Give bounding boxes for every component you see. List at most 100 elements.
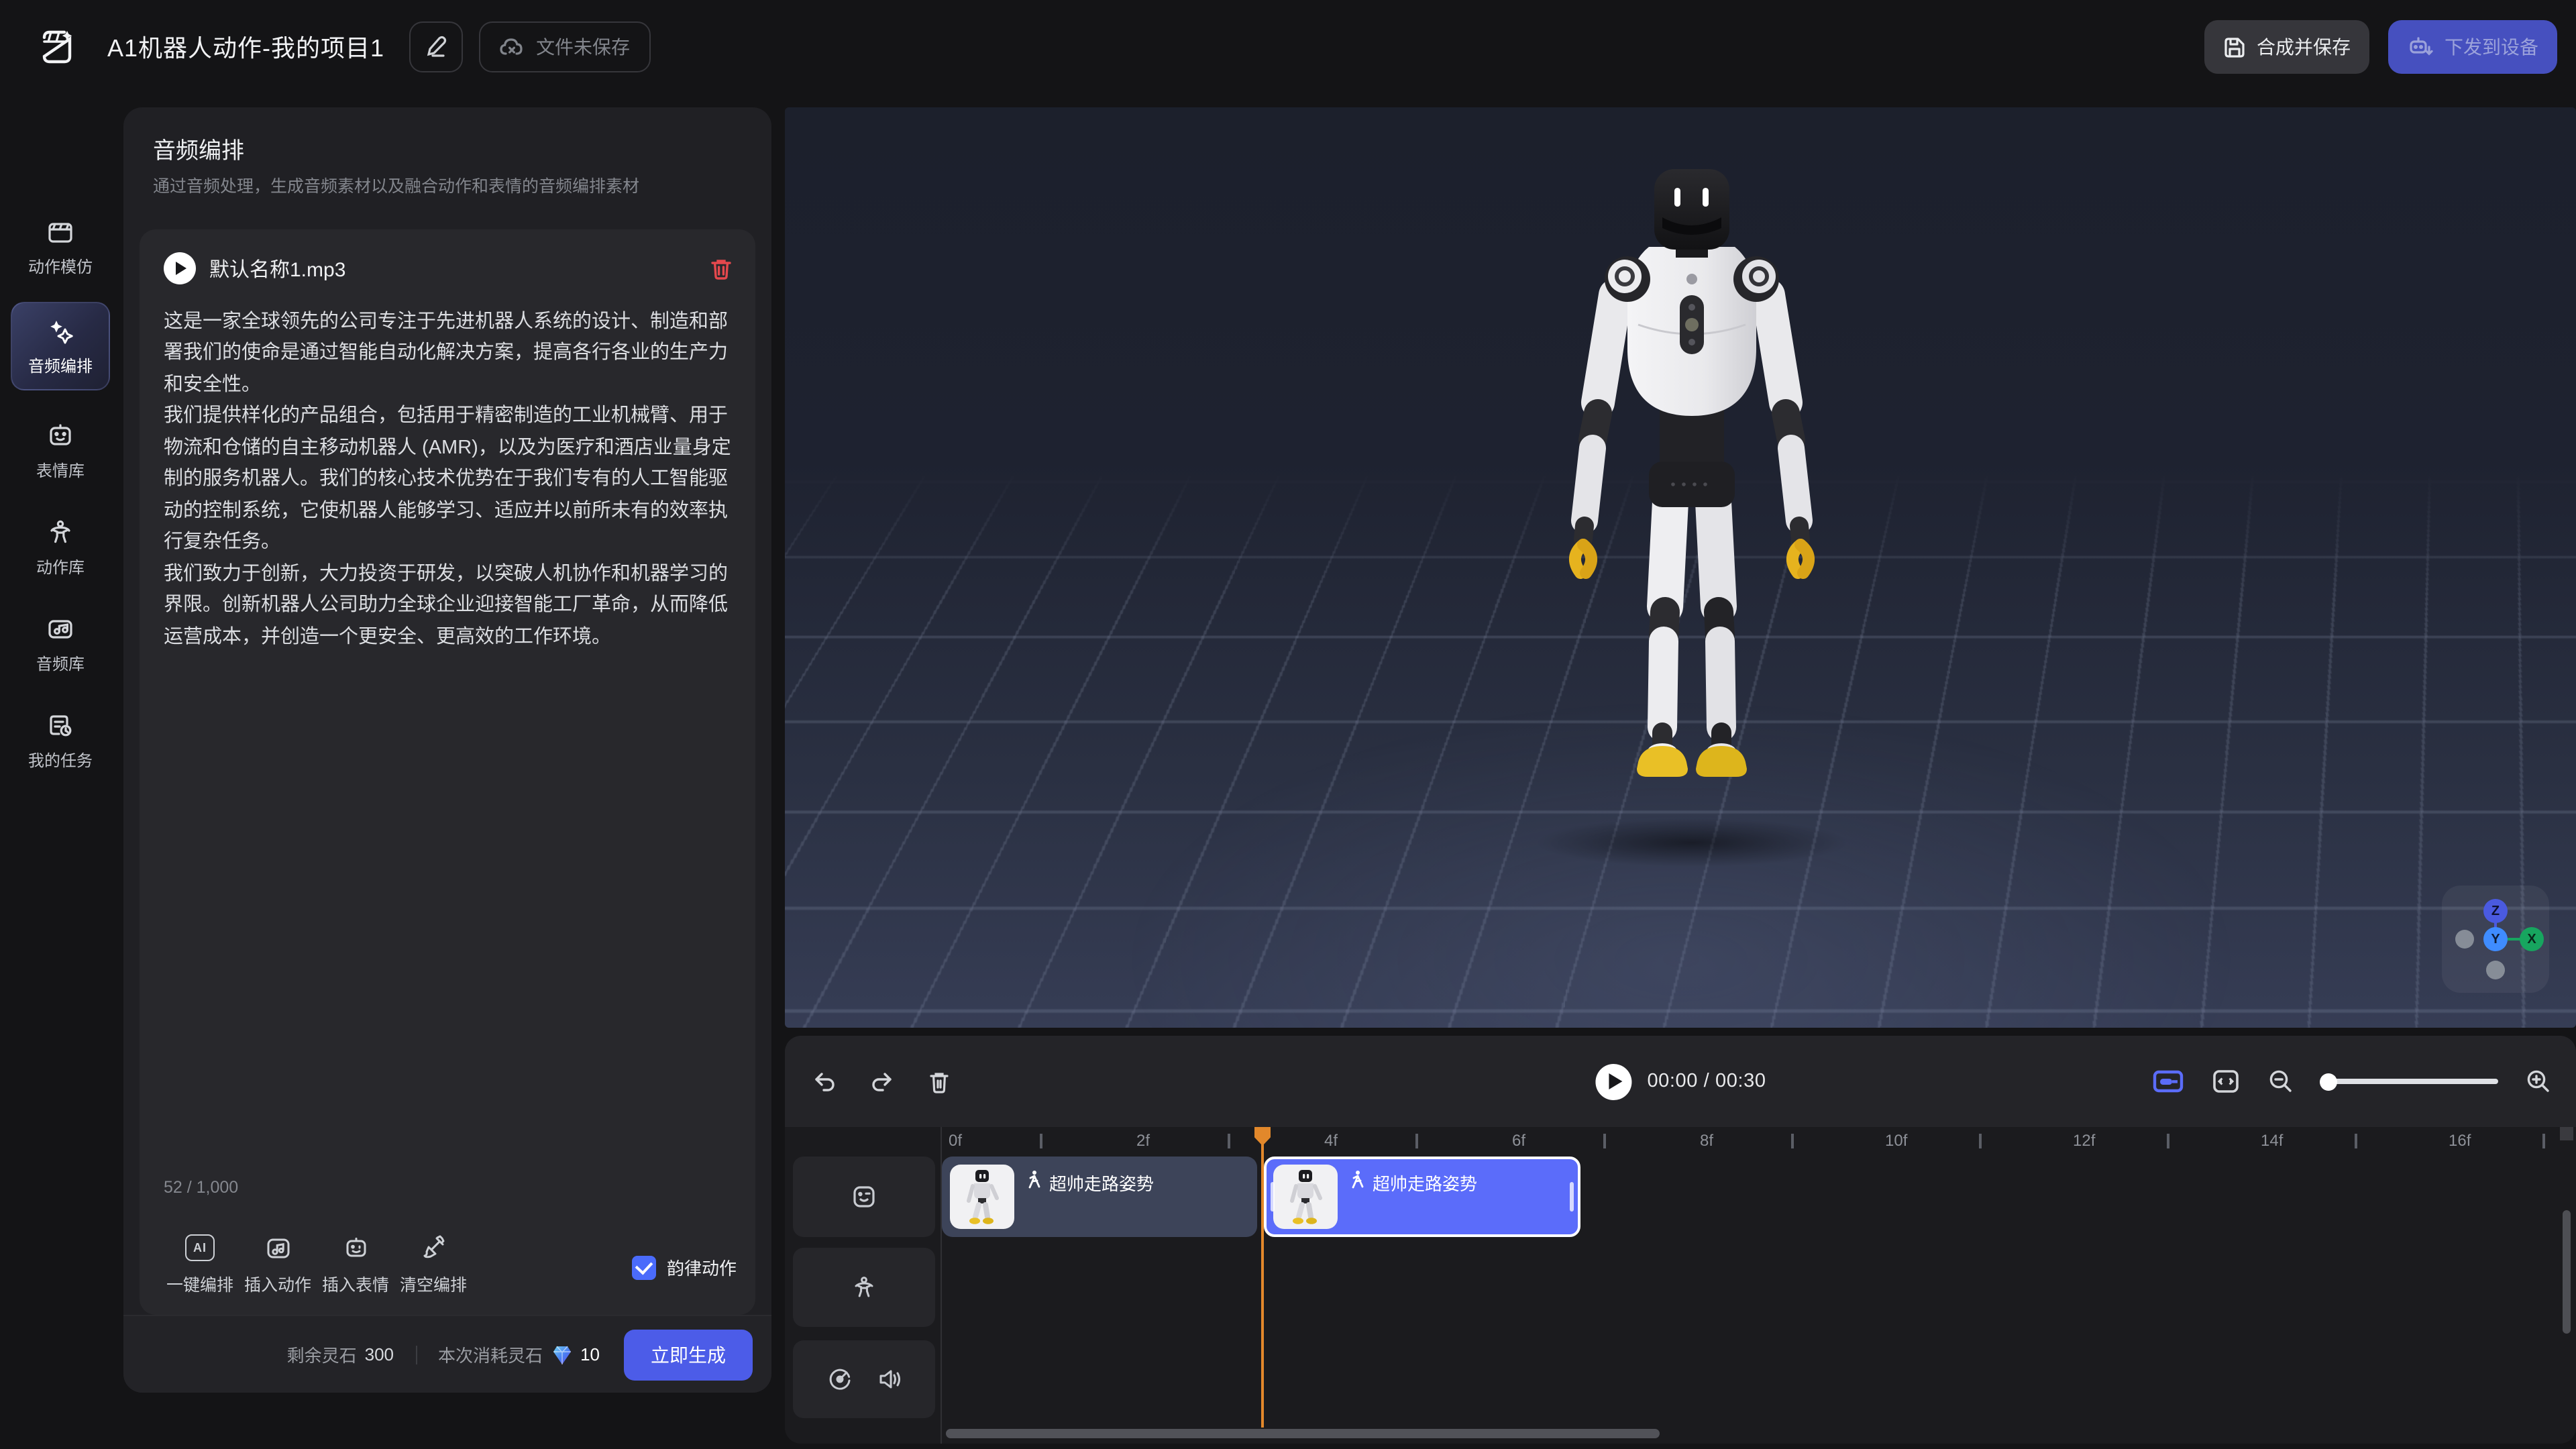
timeline-zoom-slider[interactable]	[2321, 1079, 2498, 1084]
playback-controls: 00:00 / 00:30	[785, 1036, 2576, 1127]
generate-now-button[interactable]: 立即生成	[624, 1329, 753, 1380]
music-square-icon	[264, 1234, 292, 1262]
audio-play-button[interactable]	[164, 252, 196, 284]
speech-paragraph: 我们提供样化的产品组合，包括用于精密制造的工业机械臂、用于物流和仓储的自主移动机…	[164, 402, 731, 559]
ai-icon: AI	[185, 1234, 215, 1261]
timeline-panel: 00:00 / 00:30	[785, 1036, 2576, 1444]
playhead-line[interactable]	[1261, 1144, 1264, 1428]
ruler-label: 8f	[1700, 1131, 1713, 1150]
clear-arrangement-button[interactable]: 清空编排	[394, 1233, 472, 1296]
snap-toggle-button[interactable]	[2152, 1068, 2184, 1095]
save-status: 文件未保存	[478, 21, 650, 72]
trash-icon	[708, 256, 734, 281]
nav-label: 动作库	[36, 555, 85, 578]
slider-thumb[interactable]	[2320, 1073, 2337, 1090]
zoom-out-button[interactable]	[2267, 1068, 2294, 1095]
rhythm-motion-toggle[interactable]: 韵律动作	[632, 1254, 737, 1296]
action-label: 插入动作	[244, 1271, 311, 1296]
vertical-scrollbar[interactable]	[2563, 1210, 2571, 1334]
pencil-icon	[423, 35, 447, 59]
axis-negative-x-dot[interactable]	[2455, 930, 2474, 949]
horizontal-scrollbar[interactable]	[946, 1429, 1660, 1438]
timeline-tracks[interactable]: 0f 2f 4f 6f 8f 10f 12f 14f 16f	[785, 1127, 2576, 1444]
insert-motion-button[interactable]: 插入动作	[239, 1233, 317, 1296]
ruler-label: 0f	[949, 1131, 962, 1150]
insert-expression-button[interactable]: 插入表情	[317, 1233, 394, 1296]
timeline-clip-selected[interactable]: 超帅走路姿势	[1264, 1157, 1580, 1237]
panel-subtitle: 通过音频处理，生成音频素材以及融合动作和表情的音频编排素材	[153, 172, 639, 197]
x-axis-dot[interactable]: X	[2520, 927, 2544, 951]
expression-track-header[interactable]	[793, 1157, 935, 1237]
audio-track-header[interactable]	[793, 1340, 935, 1418]
remaining-stones-value: 300	[365, 1344, 394, 1364]
ruler-label: 6f	[1512, 1131, 1525, 1150]
delete-clip-button[interactable]	[927, 1069, 951, 1094]
one-click-arrange-button[interactable]: AI 一键编排	[161, 1233, 239, 1296]
time-display: 00:00 / 00:30	[1647, 1071, 1766, 1092]
ruler-label: 4f	[1324, 1131, 1338, 1150]
walking-person-icon	[1025, 1170, 1042, 1190]
view-orientation-gizmo[interactable]: Z Y X	[2442, 885, 2549, 993]
z-axis-dot[interactable]: Z	[2483, 899, 2508, 923]
nav-item-motion-library[interactable]: 动作库	[7, 518, 114, 578]
ruler-label: 12f	[2073, 1131, 2095, 1150]
redo-button[interactable]	[869, 1069, 895, 1094]
snap-icon	[2152, 1068, 2184, 1095]
y-axis-dot[interactable]: Y	[2483, 927, 2508, 951]
clip-thumbnail	[1273, 1165, 1338, 1229]
action-label: 一键编排	[166, 1271, 233, 1296]
robot-face-icon	[341, 1234, 370, 1262]
timeline-clip[interactable]: 超帅走路姿势	[942, 1157, 1257, 1237]
motion-track-header[interactable]	[793, 1248, 935, 1327]
project-title: A1机器人动作-我的项目1	[107, 30, 384, 64]
delete-audio-button[interactable]	[708, 256, 734, 281]
x-axis-label: X	[2527, 932, 2536, 947]
axis-negative-z-dot[interactable]	[2486, 961, 2505, 979]
trash-icon	[927, 1069, 951, 1094]
nav-item-motion-mimic[interactable]: 动作模仿	[7, 217, 114, 278]
ruler-tick	[1040, 1134, 1042, 1148]
speech-text-content[interactable]: 这是一家全球领先的公司专注于先进机器人系统的设计、制造和部署我们的使命是通过智能…	[164, 307, 731, 654]
undo-icon	[812, 1069, 837, 1094]
nav-item-audio-library[interactable]: 音频库	[7, 614, 114, 675]
audio-folder-icon	[46, 614, 75, 644]
nav-item-my-tasks[interactable]: 我的任务	[7, 711, 114, 771]
gem-icon	[551, 1344, 572, 1365]
nav-item-audio-arrange[interactable]: 音频编排	[11, 302, 110, 390]
checkbox-checked-icon[interactable]	[632, 1255, 656, 1279]
zoom-in-button[interactable]	[2525, 1068, 2552, 1095]
cost-value: 10	[580, 1344, 600, 1364]
nav-label: 音频编排	[28, 354, 93, 377]
clip-label: 超帅走路姿势	[1373, 1170, 1477, 1195]
playhead-handle[interactable]	[1254, 1127, 1271, 1146]
brush-clear-icon	[419, 1234, 447, 1262]
z-axis-label: Z	[2491, 904, 2500, 918]
speech-paragraph: 这是一家全球领先的公司专注于先进机器人系统的设计、制造和部署我们的使命是通过智能…	[164, 307, 731, 402]
zoom-in-icon	[2525, 1068, 2552, 1095]
ruler-tick	[1603, 1134, 1605, 1148]
undo-button[interactable]	[812, 1069, 837, 1094]
ruler-tick	[2167, 1134, 2169, 1148]
generate-footer: 剩余灵石 300 本次消耗灵石 10 立即生成	[123, 1315, 771, 1393]
play-button[interactable]	[1595, 1063, 1631, 1099]
fit-timeline-button[interactable]	[2211, 1068, 2241, 1095]
nav-item-expression-library[interactable]: 表情库	[7, 421, 114, 482]
ruler-tick	[1415, 1134, 1417, 1148]
rename-project-button[interactable]	[409, 21, 462, 72]
cloud-unsaved-icon	[498, 35, 525, 59]
person-icon	[46, 518, 75, 547]
remaining-stones-label: 剩余灵石	[287, 1342, 357, 1367]
rhythm-label: 韵律动作	[667, 1254, 737, 1280]
save-status-label: 文件未保存	[536, 34, 630, 60]
y-axis-label: Y	[2491, 932, 2500, 947]
ruler-label: 16f	[2449, 1131, 2471, 1150]
speech-paragraph: 我们致力于创新，大力投资于研发，以突破人机协作和机器学习的界限。创新机器人公司助…	[164, 559, 731, 654]
robot-3d-model[interactable]	[1544, 164, 1839, 808]
viewport-3d[interactable]: Z Y X	[785, 107, 2576, 1028]
nav-label: 表情库	[36, 459, 85, 482]
stage-area: Z Y X	[785, 0, 2576, 1449]
clip-thumbnail	[950, 1165, 1014, 1229]
nav-label: 我的任务	[28, 749, 93, 771]
motion-track-icon	[851, 1274, 877, 1301]
audio-file-name: 默认名称1.mp3	[209, 254, 345, 282]
